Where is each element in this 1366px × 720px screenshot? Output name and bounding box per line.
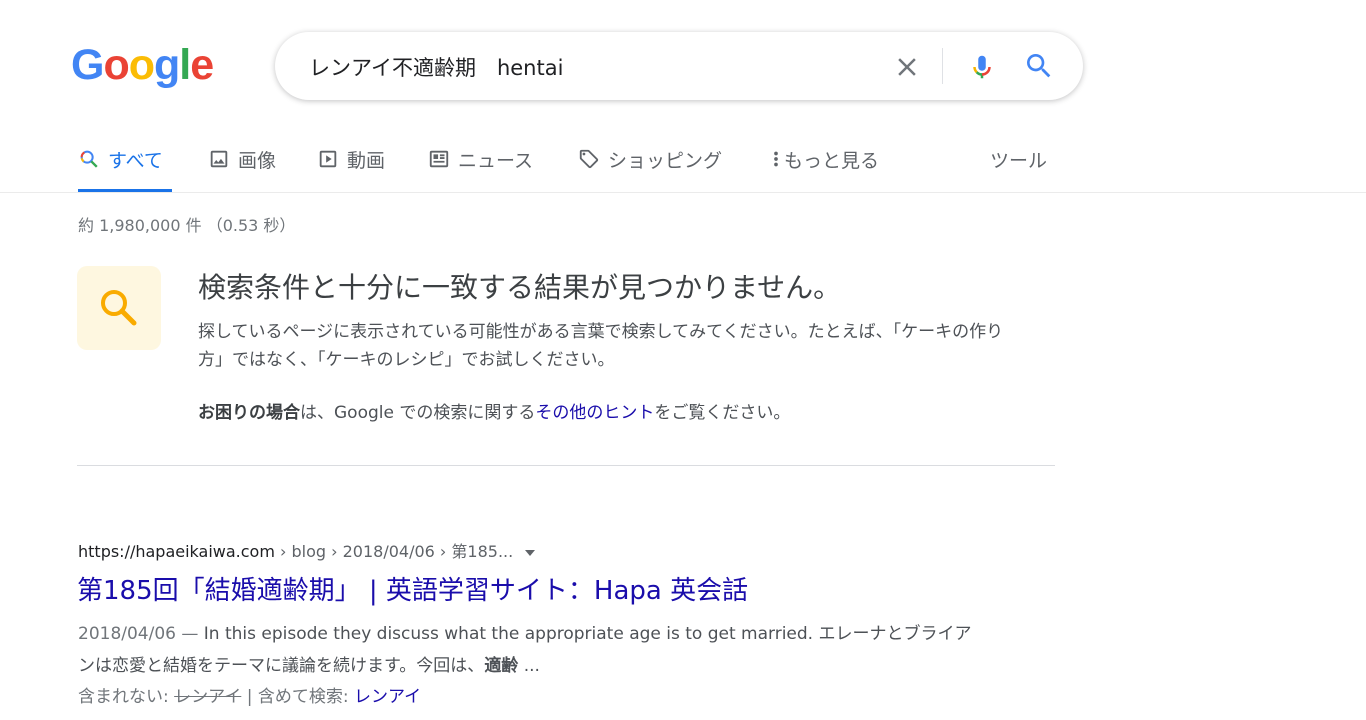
- tab-videos[interactable]: 動画: [317, 140, 385, 192]
- must-include-link[interactable]: レンアイ: [354, 687, 421, 707]
- tab-news[interactable]: ニュース: [428, 140, 533, 192]
- no-results-suggestion: 探しているページに表示されている可能性がある言葉で検索してみてください。たとえば…: [198, 322, 1004, 370]
- missing-label: 含まれない:: [78, 687, 175, 707]
- more-vert-icon: [770, 148, 782, 170]
- tab-label: 動画: [347, 150, 386, 172]
- close-icon[interactable]: [892, 52, 922, 82]
- search-icon[interactable]: [1023, 50, 1055, 82]
- divider: [77, 465, 1055, 466]
- logo-letter: g: [154, 41, 180, 89]
- caret-down-icon[interactable]: [525, 549, 536, 556]
- divider: [942, 48, 943, 84]
- missing-terms: 含まれない: レンアイ | 含めて検索: レンアイ: [78, 682, 421, 707]
- tab-all[interactable]: すべて: [78, 140, 172, 192]
- logo-letter: e: [190, 41, 214, 89]
- search-input[interactable]: [307, 46, 871, 88]
- tab-images[interactable]: 画像: [208, 140, 276, 192]
- snippet-end: ...: [518, 656, 540, 676]
- logo-letter: o: [128, 41, 155, 89]
- logo-letter: G: [71, 41, 104, 89]
- help-end: をご覧ください。: [654, 403, 791, 423]
- no-results-title: 検索条件と十分に一致する結果が見つかりません。: [198, 271, 842, 304]
- tools-button[interactable]: ツール: [990, 146, 1047, 173]
- search-icon: [78, 148, 100, 170]
- mic-icon[interactable]: [967, 50, 997, 84]
- result-snippet: 2018/04/06 — In this episode they discus…: [78, 618, 978, 682]
- logo-letter: l: [179, 41, 191, 89]
- snippet-bold: 適齢: [484, 656, 519, 676]
- tab-label: もっと見る: [784, 150, 880, 172]
- tab-shopping[interactable]: ショッピング: [578, 140, 722, 192]
- news-icon: [428, 148, 450, 170]
- tab-more[interactable]: もっと見る: [770, 140, 879, 192]
- search-icon: [101, 290, 137, 326]
- no-results-help: お困りの場合は、Google での検索に関するその他のヒントをご覧ください。: [198, 398, 790, 423]
- tab-label: ニュース: [458, 150, 534, 172]
- result-domain: https://hapaeikaiwa.com: [78, 542, 275, 561]
- tab-label: すべて: [108, 150, 163, 172]
- result-path: › blog › 2018/04/06 › 第185...: [274, 542, 514, 561]
- help-bold: お困りの場合: [198, 403, 300, 423]
- tab-label: 画像: [238, 150, 277, 172]
- google-logo[interactable]: Google: [71, 41, 214, 89]
- no-results-icon-box: [77, 266, 161, 350]
- result-date: 2018/04/06 —: [78, 624, 204, 644]
- logo-letter: o: [103, 41, 129, 89]
- result-url[interactable]: https://hapaeikaiwa.com › blog › 2018/04…: [78, 538, 536, 562]
- tag-icon: [578, 148, 600, 170]
- help-mid: は、Google での検索に関する: [300, 403, 536, 423]
- play-icon: [317, 148, 339, 170]
- search-box: [275, 32, 1083, 100]
- image-icon: [208, 148, 230, 170]
- result-title-link[interactable]: 第185回「結婚適齢期」 | 英語学習サイト：Hapa 英会話: [77, 570, 748, 607]
- must-include-label: | 含めて検索:: [241, 687, 354, 707]
- result-stats: 約 1,980,000 件 （0.53 秒）: [78, 216, 296, 235]
- more-tips-link[interactable]: その他のヒント: [535, 403, 654, 423]
- search-tabs: すべて 画像 動画 ニュース ショッピング もっと見る: [0, 140, 1366, 193]
- tab-label: ショッピング: [608, 150, 723, 172]
- missing-term: レンアイ: [174, 687, 242, 707]
